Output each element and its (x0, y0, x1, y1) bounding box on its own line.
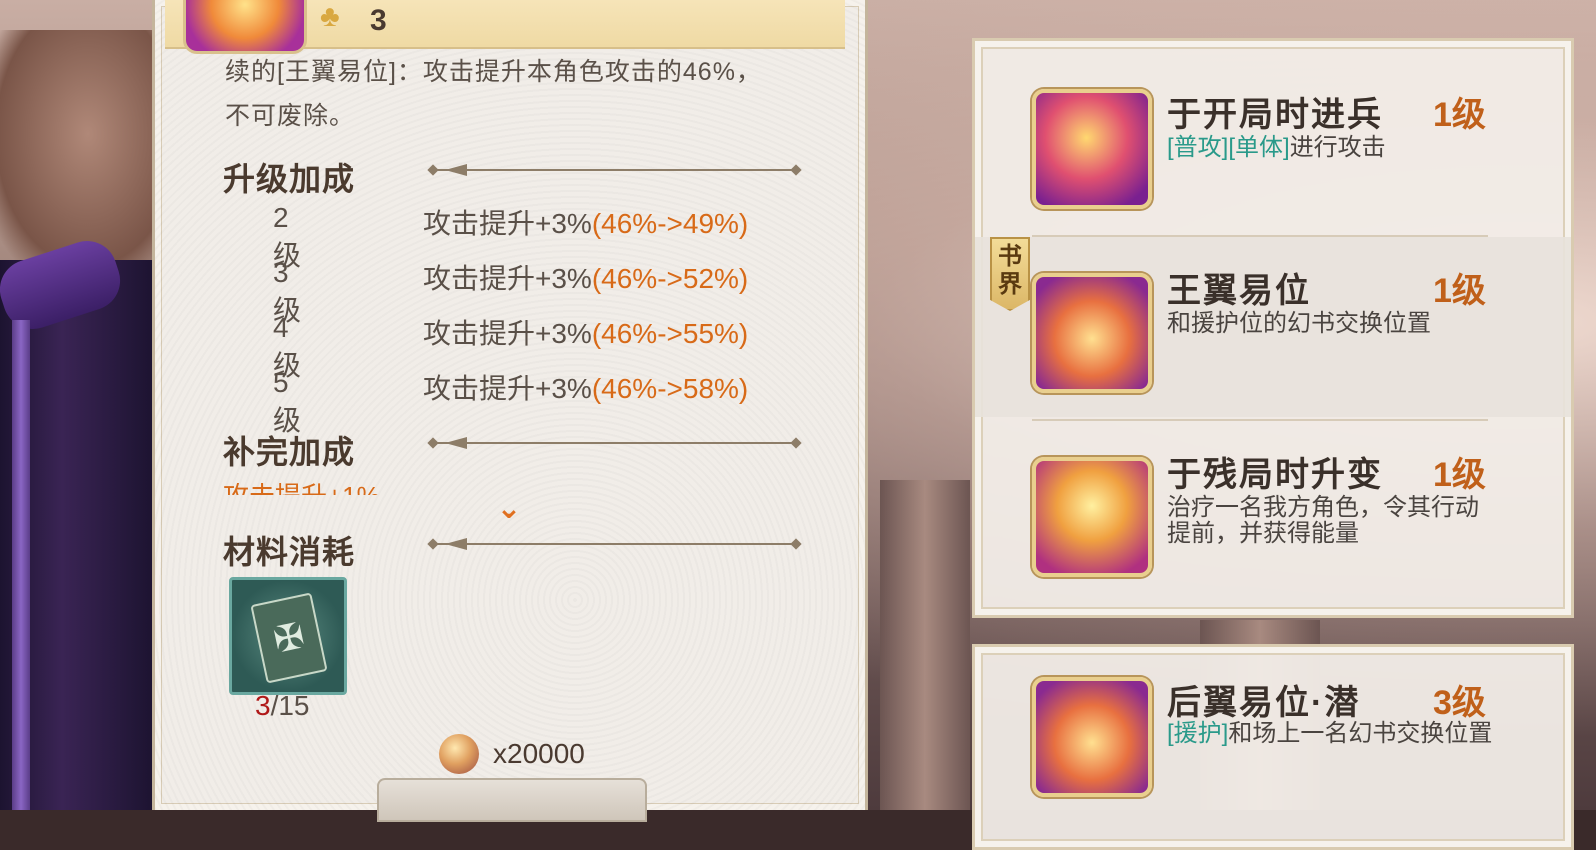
coin-icon (439, 734, 479, 774)
skill-list-panel: 于开局时进兵 1级 [普攻][单体]进行攻击 王翼易位 1级 和援护位的幻书交换… (972, 38, 1574, 618)
panel-header: ♣ 3 (165, 0, 845, 54)
skill-description: 治疗一名我方角色，令其行动提前，并获得能量 (1167, 494, 1479, 547)
character-portrait (0, 0, 160, 810)
skill-tag: [援护] (1167, 720, 1229, 747)
skill-row[interactable]: 后翼易位·潜 3级 [援护]和场上一名幻书交换位置 (975, 647, 1571, 827)
header-count: 3 (370, 4, 387, 37)
chevron-down-icon[interactable]: ⌄ (493, 494, 525, 524)
section-divider (427, 538, 802, 550)
complement-section-title: 补完加成 (223, 434, 356, 470)
complement-bonus-partial: 攻击提升+1% (223, 483, 380, 495)
level-range: (46%->55%) (591, 318, 749, 349)
level-bonus: 攻击提升+3% (423, 263, 592, 294)
skill-row[interactable]: 王翼易位 1级 和援护位的幻书交换位置 (975, 237, 1571, 417)
ability-text-line-2: 不可废除。 (225, 102, 356, 130)
level-bonus: 攻击提升+3% (423, 318, 592, 349)
upgrade-section-title: 升级加成 (223, 161, 356, 197)
card-icon: ✠ (250, 592, 328, 684)
feather-icon: ♣ (320, 0, 340, 33)
feather-burst-icon (1032, 89, 1152, 209)
skill-name: 王翼易位 (1167, 272, 1311, 310)
gold-cost: x20000 (493, 738, 585, 769)
section-divider (427, 164, 802, 176)
skill-list-panel-2: 后翼易位·潜 3级 [援护]和场上一名幻书交换位置 (972, 644, 1574, 850)
winged-figure-icon (1032, 677, 1152, 797)
level-range: (46%->52%) (591, 263, 749, 294)
level-range: (46%->49%) (591, 208, 749, 239)
material-count: 3/15 (255, 690, 310, 722)
skill-icon-top (183, 0, 307, 54)
skill-description: 和援护位的幻书交换位置 (1167, 310, 1431, 337)
material-item[interactable]: ✠ (229, 577, 347, 695)
skill-name: 于开局时进兵 (1167, 96, 1383, 134)
skill-desc-text: 进行攻击 (1289, 134, 1386, 161)
skill-level: 1级 (1433, 456, 1486, 494)
skill-row[interactable]: 于残局时升变 1级 治疗一名我方角色，令其行动提前，并获得能量 (975, 421, 1571, 601)
skill-level: 3级 (1433, 684, 1486, 722)
materials-section-title: 材料消耗 (223, 534, 356, 570)
skill-name: 于残局时升变 (1167, 456, 1383, 494)
level-bonus: 攻击提升+3% (423, 373, 592, 404)
skill-description: [援护]和场上一名幻书交换位置 (1167, 721, 1497, 747)
section-divider (427, 437, 802, 449)
skill-tag: [单体] (1228, 134, 1290, 161)
skill-description: [普攻][单体]进行攻击 (1167, 135, 1497, 161)
material-need: /15 (270, 690, 310, 721)
winged-figure-icon (1032, 273, 1152, 393)
skill-row[interactable]: 于开局时进兵 1级 [普攻][单体]进行攻击 (975, 49, 1571, 229)
skill-name: 后翼易位·潜 (1167, 684, 1361, 722)
skill-tag: [普攻] (1167, 134, 1229, 161)
skill-level: 1级 (1433, 272, 1486, 310)
ability-text-line-1: 续的[王翼易位]：攻击提升本角色攻击的46%， (225, 58, 762, 86)
material-have: 3 (255, 690, 271, 721)
skill-level: 1级 (1433, 96, 1486, 134)
skill-detail-panel: ♣ 3 续的[王翼易位]：攻击提升本角色攻击的46%， 不可废除。 升级加成 2… (152, 0, 868, 822)
skill-desc-text: 和场上一名幻书交换位置 (1228, 720, 1493, 747)
lion-crown-icon (1032, 457, 1152, 577)
level-bonus: 攻击提升+3% (423, 208, 592, 239)
level-range: (46%->58%) (591, 373, 749, 404)
upgrade-button[interactable] (377, 778, 647, 822)
book-realm-badge: 书界 (990, 237, 1030, 311)
